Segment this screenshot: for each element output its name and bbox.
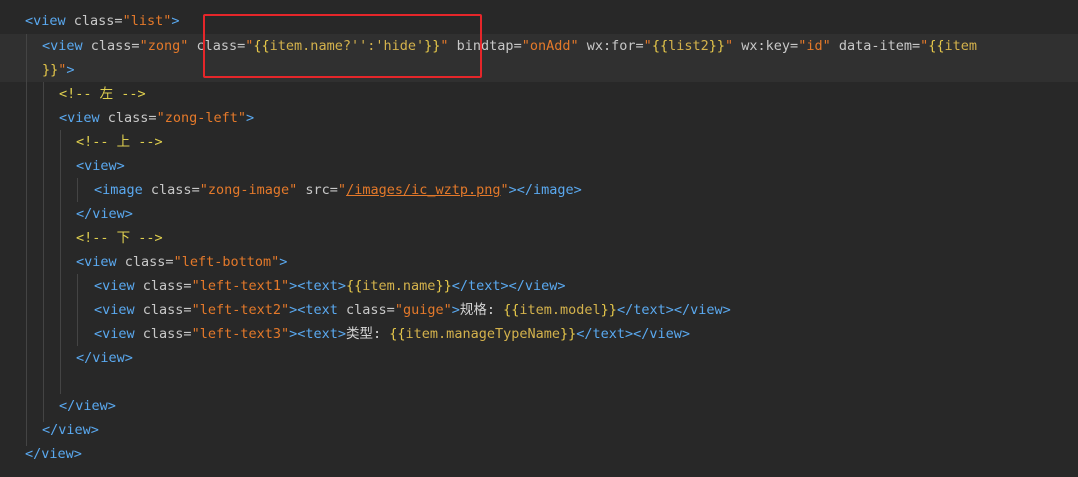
code-line-11[interactable]: <view class="left-bottom"> xyxy=(76,250,287,274)
code-line-9[interactable]: </view> xyxy=(76,202,133,226)
code-line-19[interactable]: </view> xyxy=(25,442,82,466)
indent-guide xyxy=(77,274,78,346)
code-line-17[interactable]: </view> xyxy=(59,394,116,418)
code-line-7[interactable]: <view> xyxy=(76,154,125,178)
indent-guide xyxy=(43,82,44,422)
code-line-4[interactable]: <!-- 左 --> xyxy=(59,82,146,106)
code-line-5[interactable]: <view class="zong-left"> xyxy=(59,106,254,130)
code-line-8[interactable]: <image class="zong-image" src="/images/i… xyxy=(94,178,582,202)
indent-guide xyxy=(26,34,27,446)
code-editor[interactable]: <view class="list"> <view class="zong" c… xyxy=(0,0,1078,477)
annotation-highlight-box xyxy=(203,14,482,78)
code-line-18[interactable]: </view> xyxy=(42,418,99,442)
code-line-3[interactable]: }}"> xyxy=(42,58,75,82)
code-line-15[interactable]: </view> xyxy=(76,346,133,370)
code-line-12[interactable]: <view class="left-text1"><text>{{item.na… xyxy=(94,274,566,298)
code-line-13[interactable]: <view class="left-text2"><text class="gu… xyxy=(94,298,731,322)
code-line-6[interactable]: <!-- 上 --> xyxy=(76,130,163,154)
indent-guide xyxy=(60,130,61,394)
code-line-10[interactable]: <!-- 下 --> xyxy=(76,226,163,250)
code-line-2[interactable]: <view class="zong" class="{{item.name?''… xyxy=(42,34,977,58)
indent-guide xyxy=(77,178,78,202)
code-line-14[interactable]: <view class="left-text3"><text>类型: {{ite… xyxy=(94,322,690,346)
code-line-1[interactable]: <view class="list"> xyxy=(25,9,179,33)
